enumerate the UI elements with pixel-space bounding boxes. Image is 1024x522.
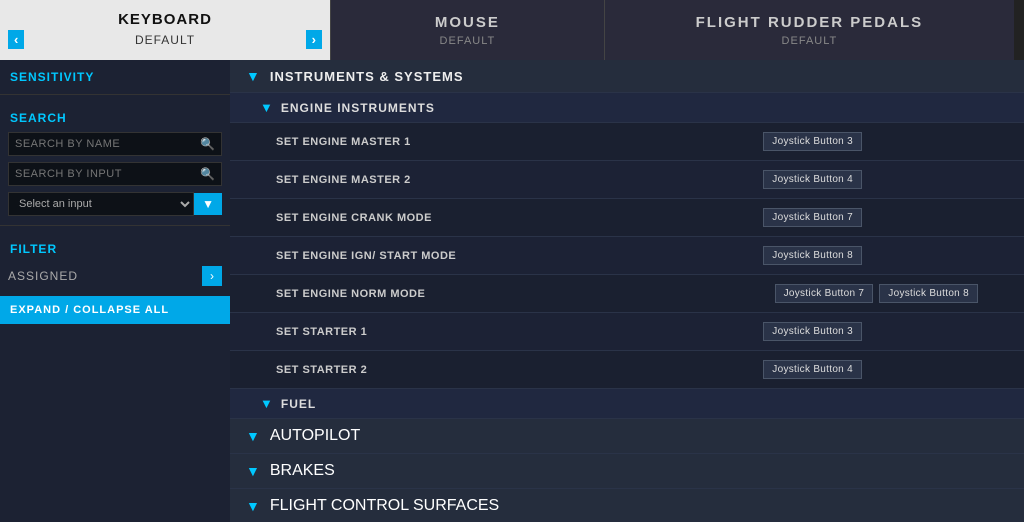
divider-2 <box>0 225 230 226</box>
mouse-tab-subtitle: DEFAULT <box>440 35 496 47</box>
binding-row-engine-master-2: SET ENGINE MASTER 2 Joystick Button 4 <box>230 161 1024 199</box>
binding-name-engine-ign: SET ENGINE IGN/ START MODE <box>276 250 763 262</box>
binding-secondary-empty-engine-crank <box>868 207 978 229</box>
binding-row-starter-2: SET STARTER 2 Joystick Button 4 <box>230 351 1024 389</box>
search-by-name-input[interactable] <box>9 134 194 154</box>
assigned-arrow-button[interactable]: › <box>202 266 222 286</box>
binding-primary-engine-master-2[interactable]: Joystick Button 4 <box>763 170 862 189</box>
rudder-tab-title: FLIGHT RUDDER PEDALS <box>696 14 924 31</box>
binding-secondary-empty-engine-ign <box>868 245 978 267</box>
binding-buttons-starter-1: Joystick Button 3 <box>763 321 978 343</box>
rudder-tab-subtitle: DEFAULT <box>782 35 838 47</box>
binding-secondary-empty-starter-1 <box>868 321 978 343</box>
binding-buttons-engine-master-2: Joystick Button 4 <box>763 169 978 191</box>
section-instruments-systems[interactable]: ▼ INSTRUMENTS & SYSTEMS <box>230 60 1024 93</box>
binding-buttons-engine-crank: Joystick Button 7 <box>763 207 978 229</box>
tab-rudder[interactable]: FLIGHT RUDDER PEDALS DEFAULT <box>605 0 1014 60</box>
binding-name-engine-norm: SET ENGINE NORM MODE <box>276 288 775 300</box>
section-flight-control-surfaces[interactable]: ▼ FLIGHT CONTROL SURFACES <box>230 489 1024 522</box>
expand-collapse-button[interactable]: EXPAND / COLLAPSE ALL <box>0 296 230 324</box>
brakes-title: BRAKES <box>270 462 335 480</box>
subsection-engine-instruments[interactable]: ▼ ENGINE INSTRUMENTS <box>230 93 1024 123</box>
fcs-title: FLIGHT CONTROL SURFACES <box>270 497 499 515</box>
sidebar: SENSITIVITY SEARCH 🔍 🔍 Select an input ▼… <box>0 60 230 522</box>
search-input-icon[interactable]: 🔍 <box>194 163 221 185</box>
binding-primary-engine-crank[interactable]: Joystick Button 7 <box>763 208 862 227</box>
binding-name-starter-1: SET STARTER 1 <box>276 326 763 338</box>
binding-primary-engine-ign[interactable]: Joystick Button 8 <box>763 246 862 265</box>
binding-secondary-empty-engine-master-2 <box>868 169 978 191</box>
subsection-fuel[interactable]: ▼ FUEL <box>230 389 1024 419</box>
bindings-panel: ▼ INSTRUMENTS & SYSTEMS ▼ ENGINE INSTRUM… <box>230 60 1024 522</box>
fuel-title: FUEL <box>281 397 316 411</box>
assigned-row: ASSIGNED › <box>8 266 222 286</box>
fcs-chevron: ▼ <box>246 498 260 514</box>
binding-name-engine-master-2: SET ENGINE MASTER 2 <box>276 174 763 186</box>
select-arrow-button[interactable]: ▼ <box>194 193 222 215</box>
engine-instruments-chevron: ▼ <box>260 100 273 115</box>
search-by-input-input[interactable] <box>9 164 194 184</box>
binding-name-engine-master-1: SET ENGINE MASTER 1 <box>276 136 763 148</box>
search-name-icon[interactable]: 🔍 <box>194 133 221 155</box>
binding-secondary-empty-engine-master-1 <box>868 131 978 153</box>
binding-buttons-engine-norm: Joystick Button 7 Joystick Button 8 <box>775 284 978 303</box>
binding-row-engine-ign: SET ENGINE IGN/ START MODE Joystick Butt… <box>230 237 1024 275</box>
binding-primary-engine-master-1[interactable]: Joystick Button 3 <box>763 132 862 151</box>
main-content: SENSITIVITY SEARCH 🔍 🔍 Select an input ▼… <box>0 60 1024 522</box>
binding-name-starter-2: SET STARTER 2 <box>276 364 763 376</box>
keyboard-tab-subtitle-row: ‹ DEFAULT › <box>0 28 330 49</box>
instruments-systems-chevron: ▼ <box>246 68 260 84</box>
binding-buttons-starter-2: Joystick Button 4 <box>763 359 978 381</box>
binding-buttons-engine-ign: Joystick Button 8 <box>763 245 978 267</box>
binding-name-engine-crank: SET ENGINE CRANK MODE <box>276 212 763 224</box>
instruments-systems-title: INSTRUMENTS & SYSTEMS <box>270 69 464 84</box>
binding-row-engine-master-1: SET ENGINE MASTER 1 Joystick Button 3 <box>230 123 1024 161</box>
select-input-dropdown[interactable]: Select an input <box>8 192 194 216</box>
search-label: SEARCH <box>0 101 230 129</box>
brakes-chevron: ▼ <box>246 463 260 479</box>
fuel-chevron: ▼ <box>260 396 273 411</box>
keyboard-tab-subtitle: DEFAULT <box>135 33 195 47</box>
keyboard-next-button[interactable]: › <box>306 30 322 49</box>
binding-primary-starter-1[interactable]: Joystick Button 3 <box>763 322 862 341</box>
filter-label: FILTER <box>0 232 230 262</box>
binding-primary-starter-2[interactable]: Joystick Button 4 <box>763 360 862 379</box>
autopilot-chevron: ▼ <box>246 428 260 444</box>
assigned-label: ASSIGNED <box>8 269 78 283</box>
select-input-row: Select an input ▼ <box>8 192 222 216</box>
keyboard-tab-title: KEYBOARD <box>118 11 212 28</box>
binding-row-starter-1: SET STARTER 1 Joystick Button 3 <box>230 313 1024 351</box>
section-brakes[interactable]: ▼ BRAKES <box>230 454 1024 489</box>
section-autopilot[interactable]: ▼ AUTOPILOT <box>230 419 1024 454</box>
tab-extra <box>1014 0 1024 60</box>
keyboard-prev-button[interactable]: ‹ <box>8 30 24 49</box>
tab-mouse[interactable]: MOUSE DEFAULT <box>330 0 605 60</box>
mouse-tab-title: MOUSE <box>435 14 500 31</box>
top-tabs-bar: KEYBOARD ‹ DEFAULT › MOUSE DEFAULT FLIGH… <box>0 0 1024 60</box>
sensitivity-label: SENSITIVITY <box>0 60 230 88</box>
binding-secondary-engine-norm[interactable]: Joystick Button 8 <box>879 284 978 303</box>
search-by-input-input-container: 🔍 <box>8 162 222 186</box>
divider-1 <box>0 94 230 95</box>
engine-instruments-title: ENGINE INSTRUMENTS <box>281 101 435 115</box>
binding-primary-engine-norm[interactable]: Joystick Button 7 <box>775 284 874 303</box>
binding-row-engine-norm: SET ENGINE NORM MODE Joystick Button 7 J… <box>230 275 1024 313</box>
tab-keyboard[interactable]: KEYBOARD ‹ DEFAULT › <box>0 0 330 60</box>
binding-secondary-empty-starter-2 <box>868 359 978 381</box>
search-by-name-input-container: 🔍 <box>8 132 222 156</box>
autopilot-title: AUTOPILOT <box>270 427 360 445</box>
binding-row-engine-crank: SET ENGINE CRANK MODE Joystick Button 7 <box>230 199 1024 237</box>
binding-buttons-engine-master-1: Joystick Button 3 <box>763 131 978 153</box>
